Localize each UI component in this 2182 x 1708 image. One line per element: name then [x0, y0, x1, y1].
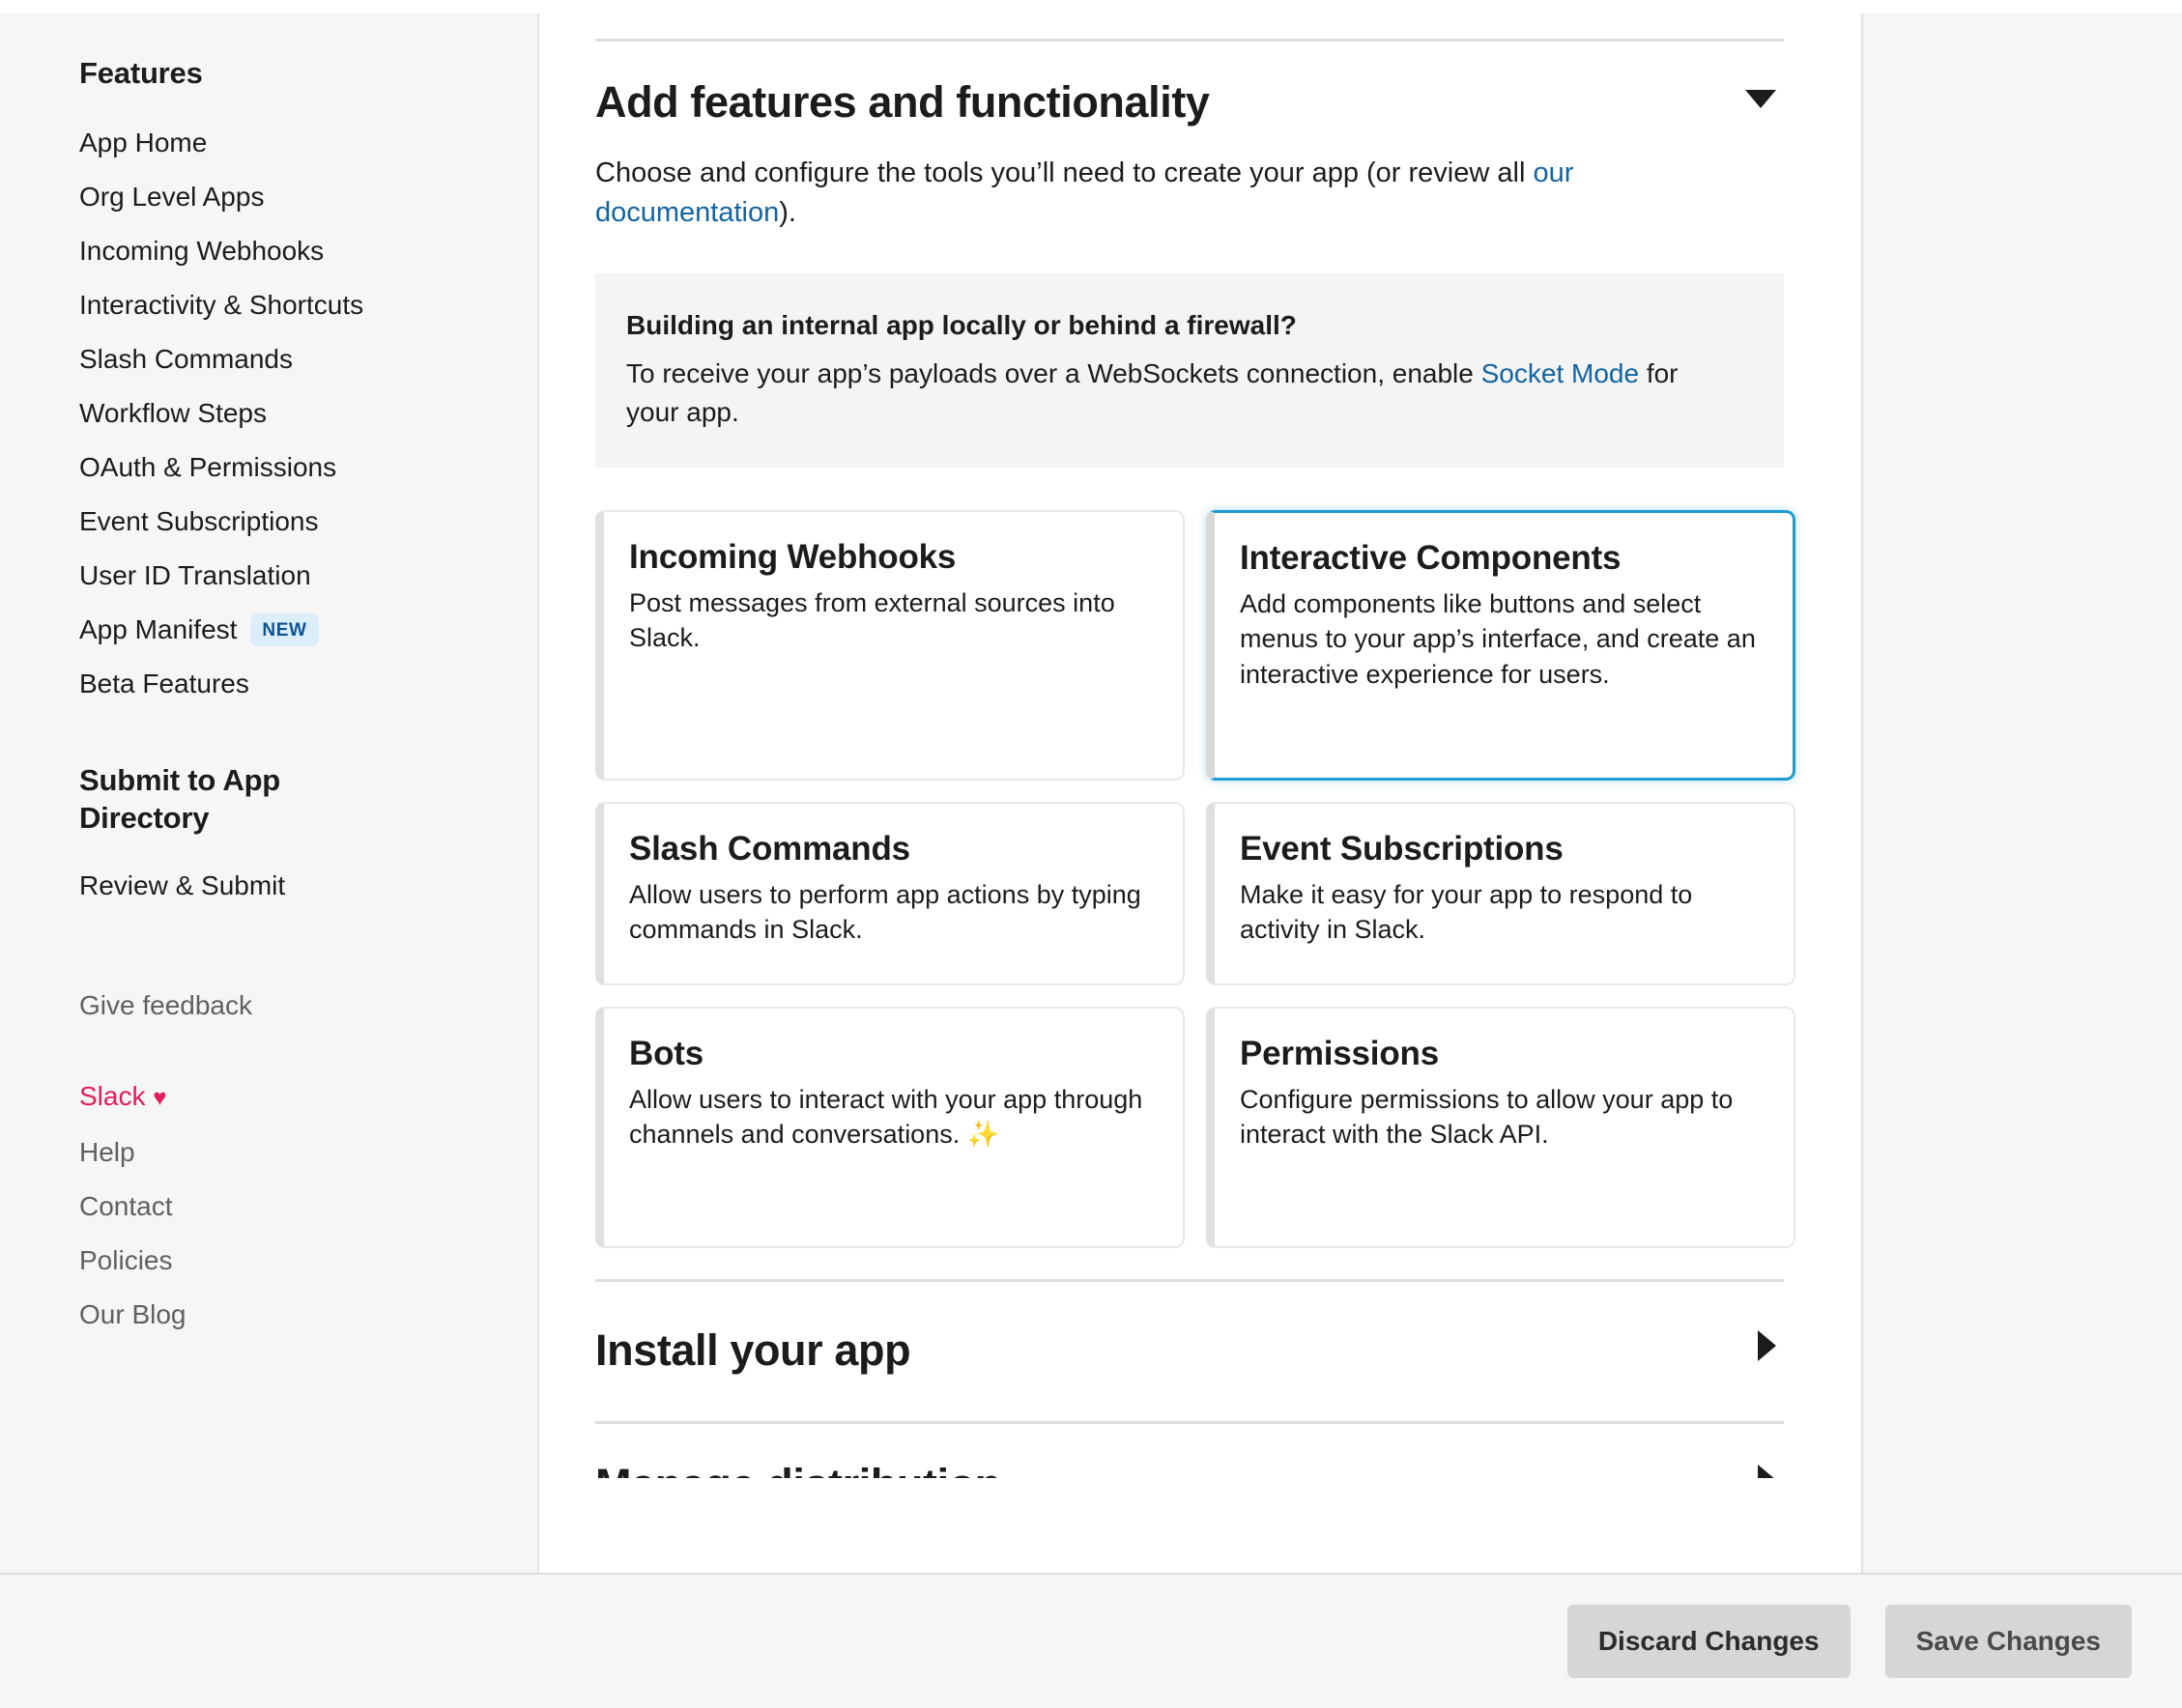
- bottom-action-bar: Discard Changes Save Changes: [0, 1573, 2182, 1708]
- sidebar-item-label: Org Level Apps: [79, 181, 265, 212]
- socket-mode-link[interactable]: Socket Mode: [1481, 358, 1639, 388]
- sidebar-item-user-id-translation[interactable]: User ID Translation: [79, 549, 514, 603]
- page-title: Add features and functionality: [595, 77, 1210, 127]
- sidebar-item-label: App Manifest: [79, 613, 238, 644]
- card-description: Post messages from external sources into…: [629, 587, 1115, 653]
- sidebar-item-label: Workflow Steps: [79, 397, 267, 428]
- callout-title: Building an internal app locally or behi…: [626, 310, 1297, 341]
- new-badge: NEW: [250, 612, 319, 646]
- card-title: Interactive Components: [1240, 538, 1622, 577]
- card-title: Event Subscriptions: [1240, 829, 1564, 868]
- feature-card-event-subscriptions[interactable]: Event Subscriptions Make it easy for you…: [1206, 801, 1795, 985]
- card-title: Bots: [629, 1034, 703, 1072]
- feature-card-incoming-webhooks[interactable]: Incoming Webhooks Post messages from ext…: [595, 509, 1185, 781]
- discard-changes-button[interactable]: Discard Changes: [1566, 1605, 1851, 1678]
- card-title: Slash Commands: [629, 829, 910, 868]
- sidebar-item-label: Contact: [79, 1191, 173, 1222]
- sidebar-item-label: Slash Commands: [79, 343, 293, 374]
- socket-mode-callout: Building an internal app locally or behi…: [595, 273, 1784, 468]
- sidebar-features-heading: Features: [79, 56, 203, 90]
- section-title: Manage distribution: [595, 1459, 1001, 1478]
- sidebar-item-our-blog[interactable]: Our Blog: [79, 1288, 514, 1342]
- sidebar-item-label: OAuth & Permissions: [79, 451, 337, 482]
- sidebar-item-slash-commands[interactable]: Slash Commands: [79, 332, 514, 386]
- sidebar-item-label: Interactivity & Shortcuts: [79, 289, 364, 320]
- sidebar-item-label: App Home: [79, 127, 208, 157]
- install-app-section: Install your app: [595, 1248, 1784, 1424]
- chevron-right-icon[interactable]: [1758, 1464, 1776, 1478]
- page-background-right: [1863, 14, 2182, 1573]
- add-features-header[interactable]: Add features and functionality: [595, 42, 1784, 128]
- sidebar-item-incoming-webhooks[interactable]: Incoming Webhooks: [79, 224, 514, 278]
- callout-body: To receive your app’s payloads over a We…: [626, 355, 1718, 433]
- heart-icon: ♥: [153, 1085, 167, 1112]
- feature-card-bots[interactable]: Bots Allow users to interact with your a…: [595, 1006, 1185, 1248]
- sidebar-item-label: User ID Translation: [79, 559, 311, 590]
- add-features-section: Add features and functionality Choose an…: [595, 42, 1795, 1248]
- manage-distribution-section: Manage distribution: [595, 1424, 1784, 1478]
- sidebar-item-label: Our Blog: [79, 1299, 187, 1330]
- save-changes-button[interactable]: Save Changes: [1884, 1605, 2132, 1678]
- window-top-strip: [0, 0, 2182, 14]
- main-content-panel: Add features and functionality Choose an…: [539, 14, 1863, 1573]
- sidebar-item-label: Incoming Webhooks: [79, 235, 325, 266]
- section-description: Choose and configure the tools you’ll ne…: [595, 154, 1745, 233]
- sidebar-item-beta-features[interactable]: Beta Features: [79, 657, 514, 711]
- callout-body-prefix: To receive your app’s payloads over a We…: [626, 357, 1481, 388]
- card-title: Permissions: [1240, 1034, 1439, 1072]
- install-app-header[interactable]: Install your app: [595, 1282, 1784, 1421]
- sidebar-item-interactivity-shortcuts[interactable]: Interactivity & Shortcuts: [79, 278, 514, 332]
- feature-card-permissions[interactable]: Permissions Configure permissions to all…: [1206, 1006, 1795, 1248]
- sidebar-item-org-level-apps[interactable]: Org Level Apps: [79, 170, 514, 224]
- card-description: Configure permissions to allow your app …: [1240, 1084, 1734, 1150]
- sidebar-submit-heading: Submit to App Directory: [79, 762, 281, 836]
- chevron-down-icon[interactable]: [1745, 90, 1776, 108]
- chevron-right-icon[interactable]: [1758, 1329, 1776, 1361]
- feature-card-grid: Incoming Webhooks Post messages from ext…: [595, 509, 1795, 1248]
- sidebar-item-label: Give feedback: [79, 990, 252, 1021]
- feature-card-slash-commands[interactable]: Slash Commands Allow users to perform ap…: [595, 801, 1185, 985]
- sidebar-item-label: Review & Submit: [79, 870, 286, 901]
- app-frame: Features App Home Org Level Apps Incomin…: [0, 14, 2182, 1573]
- content-wrapper: Add features and functionality Choose an…: [539, 14, 2182, 1573]
- manage-distribution-header[interactable]: Manage distribution: [595, 1424, 1784, 1478]
- sidebar-item-policies[interactable]: Policies: [79, 1234, 514, 1288]
- card-description: Allow users to interact with your app th…: [629, 1084, 1143, 1150]
- sidebar-item-app-home[interactable]: App Home: [79, 116, 514, 170]
- description-suffix: ).: [779, 197, 796, 229]
- sidebar-item-event-subscriptions[interactable]: Event Subscriptions: [79, 495, 514, 549]
- sidebar-item-app-manifest[interactable]: App Manifest NEW: [79, 603, 514, 657]
- feature-card-interactive-components[interactable]: Interactive Components Add components li…: [1206, 509, 1795, 781]
- slack-wordmark-label: Slack: [79, 1081, 146, 1112]
- card-title: Incoming Webhooks: [629, 537, 957, 576]
- description-prefix: Choose and configure the tools you’ll ne…: [595, 157, 1534, 188]
- card-description: Add components like buttons and select m…: [1240, 588, 1756, 689]
- sidebar-item-help[interactable]: Help: [79, 1125, 514, 1180]
- sidebar-item-contact[interactable]: Contact: [79, 1180, 514, 1234]
- sidebar-item-workflow-steps[interactable]: Workflow Steps: [79, 386, 514, 441]
- sidebar-item-slack-love[interactable]: Slack ♥: [79, 1069, 514, 1125]
- sidebar-item-label: Policies: [79, 1245, 173, 1276]
- sidebar-item-review-submit[interactable]: Review & Submit: [79, 859, 514, 913]
- sidebar-item-label: Beta Features: [79, 668, 249, 698]
- sidebar-item-oauth-permissions[interactable]: OAuth & Permissions: [79, 441, 514, 495]
- section-title: Install your app: [595, 1324, 911, 1375]
- card-description: Allow users to perform app actions by ty…: [629, 879, 1141, 945]
- card-description: Make it easy for your app to respond to …: [1240, 879, 1693, 945]
- sidebar-item-label: Event Subscriptions: [79, 505, 319, 536]
- sidebar-nav: Features App Home Org Level Apps Incomin…: [0, 14, 539, 1573]
- sidebar-item-label: Help: [79, 1137, 135, 1168]
- sidebar-item-give-feedback[interactable]: Give feedback: [79, 979, 514, 1033]
